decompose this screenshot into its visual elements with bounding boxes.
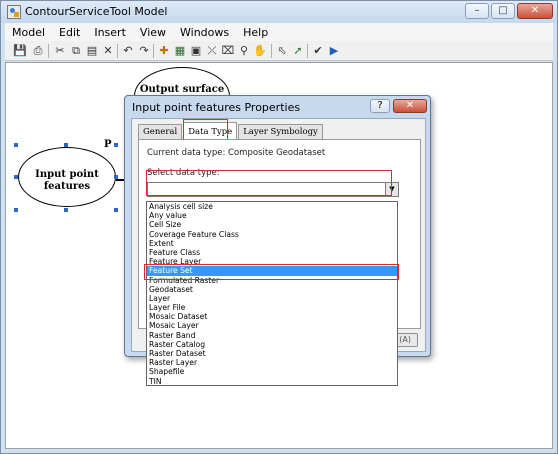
dropdown-option[interactable]: Analysis cell size [147,202,397,211]
dropdown-option[interactable]: Geodataset [147,285,397,294]
parameter-marker: P [104,139,112,150]
full-extent-icon[interactable]: ▣ [189,44,203,58]
run-icon[interactable]: ▶ [327,44,341,58]
selection-handle[interactable] [114,208,118,212]
selection-handle[interactable] [14,175,18,179]
model-app-icon [7,5,21,19]
dialog-help-button[interactable]: ? [370,99,390,113]
menu-bar: Model Edit Insert View Windows Help [5,23,553,41]
menu-edit[interactable]: Edit [52,23,87,41]
dropdown-option[interactable]: Mosaic Layer [147,321,397,330]
tab-general[interactable]: General [138,124,183,139]
input-point-features-label: Input point features [35,169,99,192]
selection-handle[interactable] [64,143,68,147]
toolbar: 💾 ⎙ ✂ ⧉ ▤ ✕ ↶ ↷ ✚ ▦ ▣ ⤫ ⌧ ⚲ ✋ ⬁ ➚ ✔ ▶ [5,41,553,61]
dropdown-option[interactable]: Shapefile [147,367,397,376]
zoom-in-icon[interactable]: ⤫ [205,44,219,58]
output-surface-label: Output surface [139,84,225,95]
menu-insert[interactable]: Insert [87,23,133,41]
dropdown-option[interactable]: Feature Class [147,248,397,257]
menu-windows[interactable]: Windows [173,23,236,41]
pan-icon[interactable]: ✋ [253,44,267,58]
tab-layer-symbology[interactable]: Layer Symbology [238,124,323,139]
selection-handle[interactable] [14,143,18,147]
select-data-type-highlight [146,170,392,196]
window-title: ContourServiceTool Model [25,5,168,18]
input-point-features-node[interactable]: Input point features [18,147,116,207]
dropdown-option[interactable]: Layer File [147,303,397,312]
dropdown-option[interactable]: Any value [147,211,397,220]
print-icon[interactable]: ⎙ [31,44,45,58]
dropdown-option[interactable]: Raster Catalog [147,340,397,349]
menu-view[interactable]: View [133,23,173,41]
data-type-dropdown-list[interactable]: Analysis cell size Any value Cell Size Cove… [146,201,398,386]
grid-layout-icon[interactable]: ▦ [173,44,187,58]
delete-icon[interactable]: ✕ [101,44,115,58]
selection-handle[interactable] [14,208,18,212]
selection-handle[interactable] [114,143,118,147]
paste-icon[interactable]: ▤ [85,44,99,58]
menu-model[interactable]: Model [5,23,52,41]
toolbar-separator [307,44,308,58]
dialog-close-button[interactable]: ✕ [393,99,427,113]
dialog-tabs: General Data Type Layer Symbology [138,122,324,140]
validate-icon[interactable]: ✔ [311,44,325,58]
dropdown-option[interactable]: TIN [147,377,397,385]
connect-icon[interactable]: ➚ [291,44,305,58]
undo-icon[interactable]: ↶ [121,44,135,58]
dropdown-option[interactable]: Extent [147,239,397,248]
dropdown-option[interactable]: Coverage Feature Class [147,230,397,239]
maximize-button[interactable]: □ [491,3,515,19]
minimize-button[interactable]: – [465,3,489,19]
title-bar: ContourServiceTool Model – □ ✕ [1,1,557,23]
toolbar-separator [153,44,154,58]
zoom-out-icon[interactable]: ⌧ [221,44,235,58]
copy-icon[interactable]: ⧉ [69,44,83,58]
redo-icon[interactable]: ↷ [137,44,151,58]
toolbar-separator [48,44,49,58]
toolbar-separator [271,44,272,58]
current-data-type-label: Current data type: Composite Geodataset [147,148,326,158]
dropdown-option[interactable]: Layer [147,294,397,303]
zoom-icon[interactable]: ⚲ [237,44,251,58]
dialog-title: Input point features Properties [132,101,301,114]
toolbar-separator [117,44,118,58]
add-data-icon[interactable]: ✚ [157,44,171,58]
selection-handle[interactable] [64,208,68,212]
dropdown-option[interactable]: Mosaic Dataset [147,312,397,321]
dropdown-option[interactable]: Raster Band [147,331,397,340]
dropdown-option[interactable]: Raster Layer [147,358,397,367]
feature-set-highlight [144,264,399,280]
cut-icon[interactable]: ✂ [53,44,67,58]
data-type-tab-highlight [183,119,228,141]
save-icon[interactable]: 💾 [13,44,27,58]
dropdown-option[interactable]: Raster Dataset [147,349,397,358]
select-icon[interactable]: ⬁ [275,44,289,58]
close-button[interactable]: ✕ [517,3,553,19]
dropdown-option[interactable]: Cell Size [147,220,397,229]
menu-help[interactable]: Help [236,23,275,41]
